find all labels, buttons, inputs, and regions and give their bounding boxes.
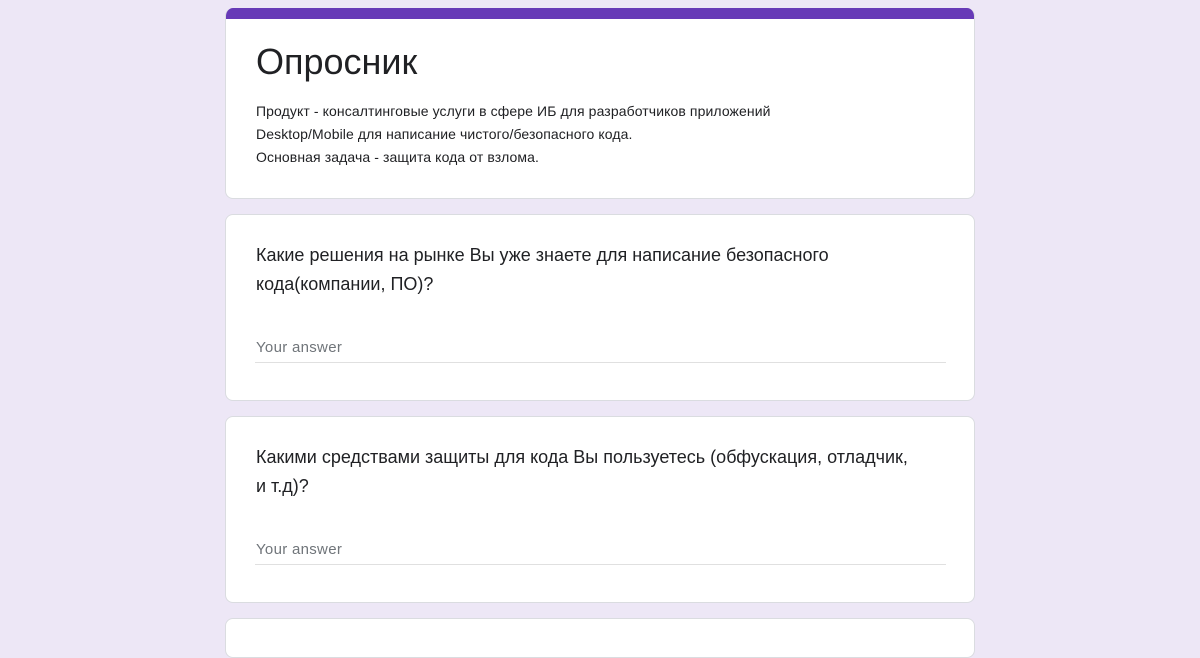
form-title: Опросник — [256, 41, 418, 82]
form-description: Продукт - консалтинговые услуги в сфере … — [256, 103, 771, 165]
header-accent-bar — [226, 8, 974, 19]
form-header-card: Опросник Продукт - консалтинговые услуги… — [225, 8, 975, 199]
question-title: Какими средствами защиты для кода Вы пол… — [256, 447, 908, 496]
question-card-partial — [225, 618, 975, 658]
question-title: Какие решения на рынке Вы уже знаете для… — [256, 245, 829, 294]
answer-input[interactable] — [255, 535, 946, 565]
question-card: Какими средствами защиты для кода Вы пол… — [225, 416, 975, 603]
form-container: Опросник Продукт - консалтинговые услуги… — [225, 8, 975, 658]
answer-input[interactable] — [255, 333, 946, 363]
question-card: Какие решения на рынке Вы уже знаете для… — [225, 214, 975, 401]
